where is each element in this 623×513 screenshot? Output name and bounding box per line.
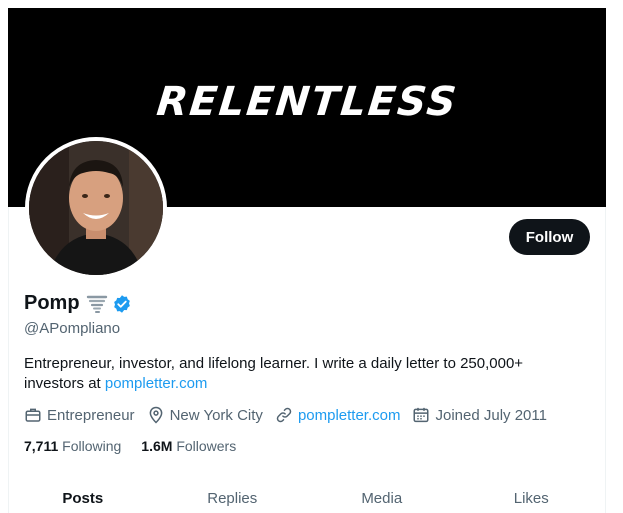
profile-frame-right <box>605 205 606 513</box>
followers-stat[interactable]: 1.6M Followers <box>141 438 236 454</box>
profile-handle: @APompliano <box>24 320 121 337</box>
link-icon <box>276 407 292 423</box>
follow-button[interactable]: Follow <box>509 219 590 255</box>
profile-tabs: Posts Replies Media Likes <box>8 480 606 513</box>
joined-text: Joined July 2011 <box>435 406 547 424</box>
bio-text: Entrepreneur, investor, and lifelong lea… <box>24 355 524 392</box>
verified-badge-icon[interactable] <box>112 294 132 314</box>
following-stat[interactable]: 7,711 Following <box>24 438 121 454</box>
banner-text: RELENTLESS <box>154 78 460 125</box>
profile-bio: Entrepreneur, investor, and lifelong lea… <box>24 354 584 394</box>
tab-posts[interactable]: Posts <box>8 480 158 513</box>
meta-location: New York City <box>147 406 263 424</box>
bio-link[interactable]: pompletter.com <box>105 375 208 392</box>
avatar[interactable] <box>25 137 167 279</box>
tab-media[interactable]: Media <box>307 480 457 513</box>
website-link[interactable]: pompletter.com <box>298 407 401 424</box>
avatar-photo <box>29 141 163 275</box>
followers-count: 1.6M <box>141 438 173 454</box>
occupation-text: Entrepreneur <box>47 406 135 424</box>
profile-meta: Entrepreneur New York City pompletter.co… <box>24 406 559 424</box>
briefcase-icon <box>25 408 41 422</box>
tab-likes[interactable]: Likes <box>457 480 607 513</box>
meta-joined: Joined July 2011 <box>412 406 547 424</box>
location-pin-icon <box>149 406 162 424</box>
meta-occupation: Entrepreneur <box>24 406 135 424</box>
location-text: New York City <box>169 406 263 424</box>
tab-replies[interactable]: Replies <box>158 480 308 513</box>
profile-stats: 7,711 Following 1.6M Followers <box>24 438 256 454</box>
tornado-emoji-icon <box>86 293 108 315</box>
profile-name: Pomp <box>24 292 80 314</box>
calendar-icon <box>413 407 429 423</box>
profile-frame-left <box>8 205 9 513</box>
profile-name-row: Pomp <box>24 292 132 315</box>
following-label: Following <box>62 438 122 454</box>
followers-label: Followers <box>176 438 237 454</box>
meta-website[interactable]: pompletter.com <box>275 406 401 424</box>
following-count: 7,711 <box>24 438 59 454</box>
